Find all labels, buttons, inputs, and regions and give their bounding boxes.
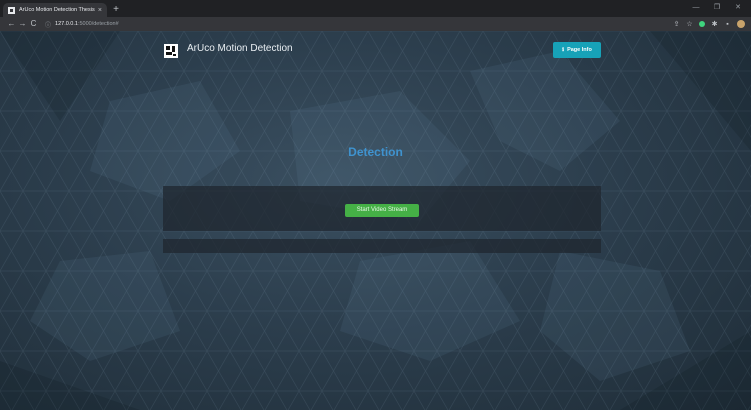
browser-tab[interactable]: ArUco Motion Detection Thesis ×: [3, 3, 107, 17]
brand-title[interactable]: ArUco Motion Detection: [187, 43, 293, 54]
site-navbar: ArUco Motion Detection ℹ Page Info: [160, 40, 605, 60]
info-icon[interactable]: ⓘ: [45, 20, 51, 29]
reload-icon[interactable]: C: [28, 17, 39, 31]
new-tab-button[interactable]: +: [111, 5, 121, 15]
window-controls: — ❐ ✕: [687, 2, 747, 13]
url-host: 127.0.0.1: [55, 21, 78, 27]
sidebar-icon[interactable]: ▪: [724, 21, 731, 28]
address-bar[interactable]: ⓘ 127.0.0.1 :5000/detection#: [45, 18, 673, 30]
output-strip: [163, 239, 601, 253]
puzzle-icon[interactable]: ✱: [711, 21, 718, 28]
url-path: :5000/detection#: [77, 21, 119, 27]
page-info-label: Page Info: [567, 47, 592, 53]
page-title: Detection: [348, 145, 403, 159]
star-icon[interactable]: ☆: [686, 21, 693, 28]
forward-icon[interactable]: →: [17, 17, 28, 31]
aruco-marker-logo-icon[interactable]: [164, 44, 178, 58]
start-video-stream-button[interactable]: Start Video Stream: [345, 204, 419, 217]
info-circle-icon: ℹ: [562, 47, 565, 53]
page-content: ArUco Motion Detection ℹ Page Info Detec…: [0, 31, 751, 410]
page-info-button[interactable]: ℹ Page Info: [553, 42, 601, 58]
share-icon[interactable]: ⇪: [673, 21, 680, 28]
browser-tabstrip: ArUco Motion Detection Thesis × + — ❐ ✕: [0, 0, 751, 17]
video-stream-panel: Start Video Stream: [163, 186, 601, 231]
toolbar-icons: ⇪ ☆ ✱ ▪: [673, 20, 745, 28]
browser-toolbar: ← → C ⓘ 127.0.0.1 :5000/detection# ⇪ ☆ ✱…: [0, 17, 751, 31]
aruco-favicon-icon: [8, 6, 15, 14]
minimize-icon[interactable]: —: [687, 2, 705, 13]
close-tab-icon[interactable]: ×: [98, 7, 102, 14]
profile-avatar[interactable]: [737, 20, 745, 28]
extension-icon[interactable]: [699, 21, 705, 27]
back-icon[interactable]: ←: [6, 17, 17, 31]
restore-icon[interactable]: ❐: [708, 2, 726, 13]
close-window-icon[interactable]: ✕: [729, 2, 747, 13]
tab-title: ArUco Motion Detection Thesis: [19, 7, 95, 13]
